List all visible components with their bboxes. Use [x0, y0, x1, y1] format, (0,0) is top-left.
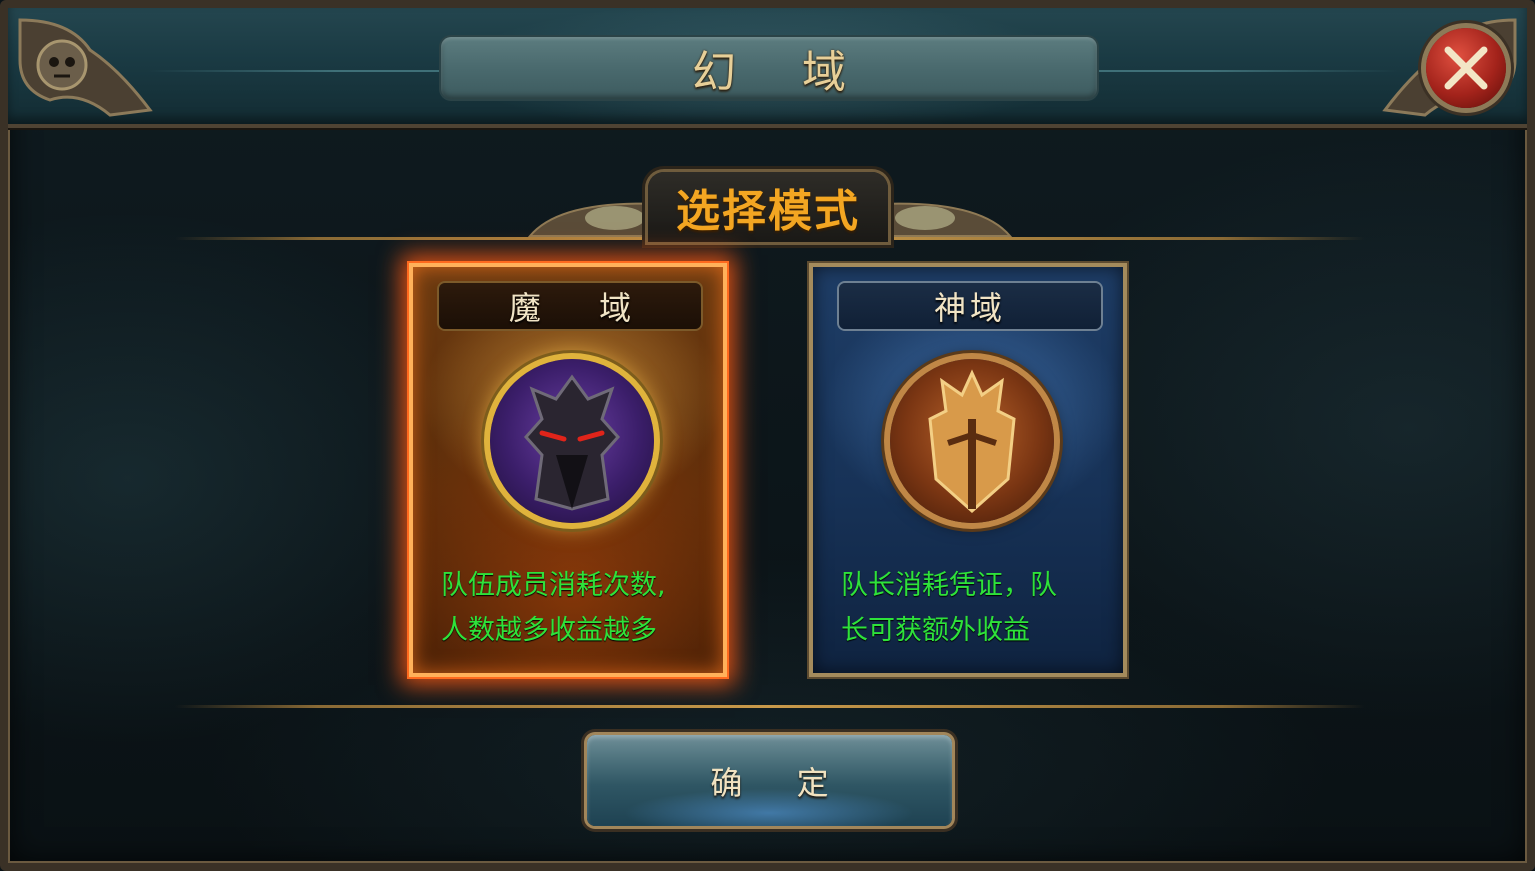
card-name-plate: 神域 — [839, 283, 1101, 329]
title-plate: 幻 域 — [441, 37, 1097, 99]
mode-card-god[interactable]: 神域 队长消耗凭证，队 长可获额外收益 — [809, 263, 1127, 677]
card-name-plate: 魔 域 — [439, 283, 701, 329]
mode-name: 魔 域 — [508, 289, 656, 327]
confirm-button[interactable]: 确 定 — [587, 735, 952, 826]
page-title: 幻 域 — [692, 47, 872, 98]
section-bottom-rule — [175, 705, 1365, 708]
god-emblem — [890, 359, 1054, 523]
mode-desc-line: 队长消耗凭证，队 — [841, 570, 1057, 601]
mode-desc-line: 长可获额外收益 — [841, 615, 1030, 646]
mode-name: 神域 — [933, 289, 1006, 327]
demon-emblem — [490, 359, 654, 523]
close-button[interactable] — [1426, 28, 1506, 108]
section-title: 选择模式 — [676, 186, 860, 237]
skull-ornament-icon — [18, 18, 153, 117]
mode-description: 队长消耗凭证，队 长可获额外收益 — [841, 563, 1111, 653]
mode-description: 队伍成员消耗次数, 人数越多收益越多 — [441, 563, 711, 653]
mode-desc-line: 队伍成员消耗次数, — [441, 570, 666, 601]
section-title-plate: 选择模式 — [648, 172, 888, 242]
mode-desc-line: 人数越多收益越多 — [441, 615, 657, 646]
demon-helmet-icon — [523, 374, 621, 511]
confirm-label: 确 定 — [710, 763, 851, 802]
mode-card-demon[interactable]: 魔 域 队伍成员消耗次数, 人数越多收益越多 — [409, 263, 727, 677]
close-x-icon — [1444, 46, 1488, 90]
golden-knight-helmet-icon — [928, 369, 1016, 514]
